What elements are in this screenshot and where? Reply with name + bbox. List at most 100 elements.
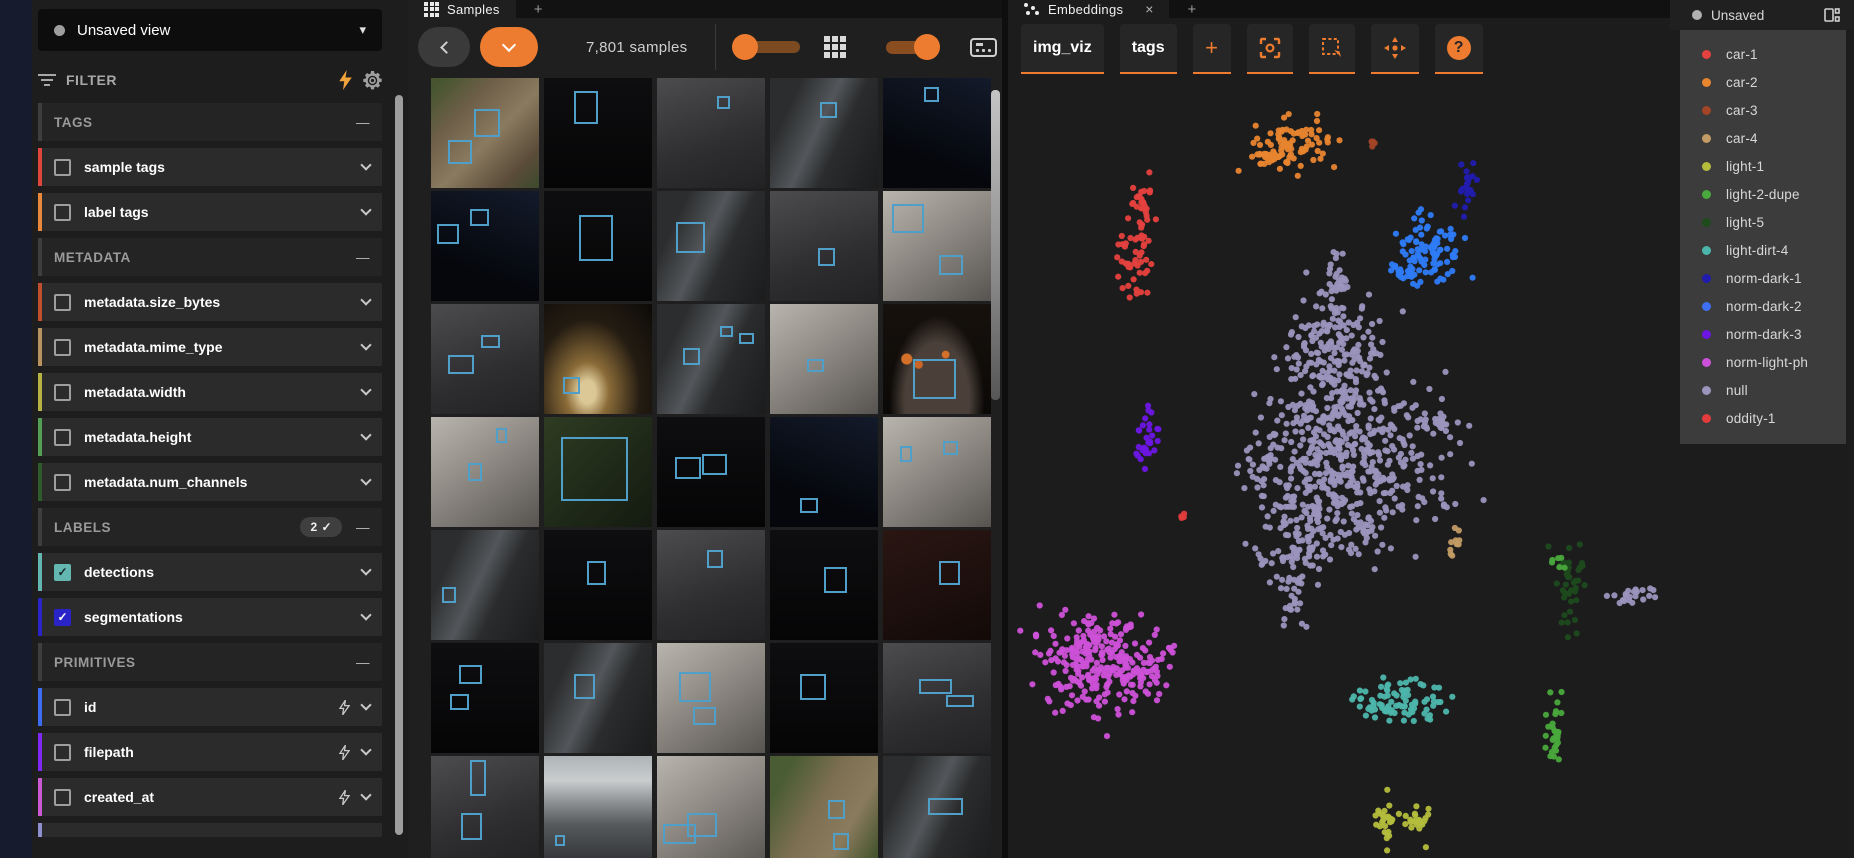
legend-item-car-4[interactable]: car-4 xyxy=(1680,124,1846,152)
caret-down-icon[interactable]: ▾ xyxy=(359,22,366,38)
pan-button[interactable] xyxy=(1371,24,1419,74)
sample-tile[interactable] xyxy=(883,78,991,188)
close-icon[interactable]: × xyxy=(1145,1,1153,17)
chevron-down-icon[interactable] xyxy=(360,699,371,710)
new-tab-button[interactable]: + xyxy=(516,1,561,18)
lightning-icon[interactable] xyxy=(339,700,350,715)
sidebar-field-id[interactable]: id xyxy=(38,688,382,726)
lightning-icon[interactable] xyxy=(339,790,350,805)
sample-tile[interactable] xyxy=(431,643,539,753)
chevron-down-icon[interactable] xyxy=(360,294,371,305)
field-checkbox[interactable] xyxy=(54,474,71,491)
labels-count-badge[interactable]: 2 ✓ xyxy=(300,517,342,537)
legend-item-norm-dark-3[interactable]: norm-dark-3 xyxy=(1680,320,1846,348)
field-checkbox[interactable] xyxy=(54,204,71,221)
labels-toggle[interactable] xyxy=(886,41,936,54)
toggle-knob[interactable] xyxy=(914,34,940,60)
sample-tile[interactable] xyxy=(883,530,991,640)
sample-tile[interactable] xyxy=(431,756,539,858)
field-checkbox[interactable] xyxy=(54,699,71,716)
field-checkbox[interactable] xyxy=(54,744,71,761)
chevron-down-icon[interactable] xyxy=(360,744,371,755)
lightning-icon[interactable] xyxy=(338,70,353,90)
back-button[interactable] xyxy=(418,27,470,67)
sidebar-field-segmentations[interactable]: ✓segmentations xyxy=(38,598,382,636)
chevron-down-icon[interactable] xyxy=(360,384,371,395)
sidebar-field-label-tags[interactable]: label tags xyxy=(38,193,382,231)
sample-tile[interactable] xyxy=(657,417,765,527)
chevron-down-icon[interactable] xyxy=(360,204,371,215)
field-checkbox[interactable]: ✓ xyxy=(54,564,71,581)
help-button[interactable]: ? xyxy=(1435,24,1483,74)
legend-item-light-5[interactable]: light-5 xyxy=(1680,208,1846,236)
legend-header[interactable]: Unsaved xyxy=(1670,0,1854,30)
tab-embeddings[interactable]: Embeddings × xyxy=(1008,0,1169,18)
sidebar-field-created-at[interactable]: created_at xyxy=(38,778,382,816)
sidebar-field-metadata-mime-type[interactable]: metadata.mime_type xyxy=(38,328,382,366)
legend-item-light-1[interactable]: light-1 xyxy=(1680,152,1846,180)
legend-item-car-3[interactable]: car-3 xyxy=(1680,96,1846,124)
zoom-slider[interactable] xyxy=(738,41,800,53)
sample-tile[interactable] xyxy=(770,78,878,188)
color-by-select[interactable]: tags xyxy=(1120,24,1177,74)
grid-size-icon[interactable] xyxy=(824,36,846,58)
sample-tile[interactable] xyxy=(657,643,765,753)
sample-tile[interactable] xyxy=(544,191,652,301)
sample-tile[interactable] xyxy=(657,530,765,640)
field-checkbox[interactable] xyxy=(54,294,71,311)
legend-item-light-dirt-4[interactable]: light-dirt-4 xyxy=(1680,236,1846,264)
field-checkbox[interactable]: ✓ xyxy=(54,609,71,626)
field-checkbox[interactable] xyxy=(54,789,71,806)
chevron-down-icon[interactable] xyxy=(360,159,371,170)
field-checkbox[interactable] xyxy=(54,384,71,401)
collapse-icon[interactable]: — xyxy=(356,655,370,670)
section-header[interactable]: LABELS2 ✓— xyxy=(38,508,382,546)
sample-tile[interactable] xyxy=(657,191,765,301)
legend-item-oddity-1[interactable]: oddity-1 xyxy=(1680,404,1846,432)
chevron-down-icon[interactable] xyxy=(360,474,371,485)
sample-tile[interactable] xyxy=(657,756,765,858)
crop-to-selection-button[interactable] xyxy=(1247,24,1293,74)
sample-tile[interactable] xyxy=(770,304,878,414)
sample-tile[interactable] xyxy=(544,78,652,188)
sidebar-field-metadata-height[interactable]: metadata.height xyxy=(38,418,382,456)
slider-knob[interactable] xyxy=(732,34,758,60)
zoom-in-button[interactable]: + xyxy=(1193,24,1231,74)
legend-item-null[interactable]: null xyxy=(1680,376,1846,404)
sample-tile[interactable] xyxy=(657,78,765,188)
sample-tile[interactable] xyxy=(770,530,878,640)
chevron-down-icon[interactable] xyxy=(360,429,371,440)
sidebar-field-metadata-width[interactable]: metadata.width xyxy=(38,373,382,411)
chevron-down-icon[interactable] xyxy=(360,789,371,800)
legend-item-car-2[interactable]: car-2 xyxy=(1680,68,1846,96)
legend-item-car-1[interactable]: car-1 xyxy=(1680,40,1846,68)
collapse-icon[interactable]: — xyxy=(356,250,370,265)
section-header[interactable]: TAGS— xyxy=(38,103,382,141)
sample-tile[interactable] xyxy=(770,191,878,301)
field-checkbox[interactable] xyxy=(54,159,71,176)
sample-tile[interactable] xyxy=(883,304,991,414)
collapse-icon[interactable]: — xyxy=(356,115,370,130)
sidebar-field-metadata-num-channels[interactable]: metadata.num_channels xyxy=(38,463,382,501)
chevron-down-icon[interactable] xyxy=(360,609,371,620)
sidebar-field-sample-tags[interactable]: sample tags xyxy=(38,148,382,186)
sample-tile[interactable] xyxy=(883,643,991,753)
sample-tile[interactable] xyxy=(431,304,539,414)
sample-tile[interactable] xyxy=(431,417,539,527)
expand-button[interactable] xyxy=(480,27,538,67)
legend-item-norm-light-ph[interactable]: norm-light-ph xyxy=(1680,348,1846,376)
sample-tile[interactable] xyxy=(544,756,652,858)
tab-samples[interactable]: Samples xyxy=(408,0,516,18)
sidebar-scrollbar[interactable] xyxy=(395,95,403,835)
sidebar-field-filepath[interactable]: filepath xyxy=(38,733,382,771)
sample-tile[interactable] xyxy=(770,643,878,753)
sidebar-field-detections[interactable]: ✓detections xyxy=(38,553,382,591)
sample-tile[interactable] xyxy=(883,191,991,301)
sample-tile[interactable] xyxy=(770,756,878,858)
samples-scrollbar[interactable] xyxy=(991,90,1000,400)
legend-item-norm-dark-2[interactable]: norm-dark-2 xyxy=(1680,292,1846,320)
sample-tile[interactable] xyxy=(883,417,991,527)
gear-icon[interactable] xyxy=(363,71,382,90)
collapse-icon[interactable]: — xyxy=(356,520,370,535)
sample-tile[interactable] xyxy=(431,78,539,188)
